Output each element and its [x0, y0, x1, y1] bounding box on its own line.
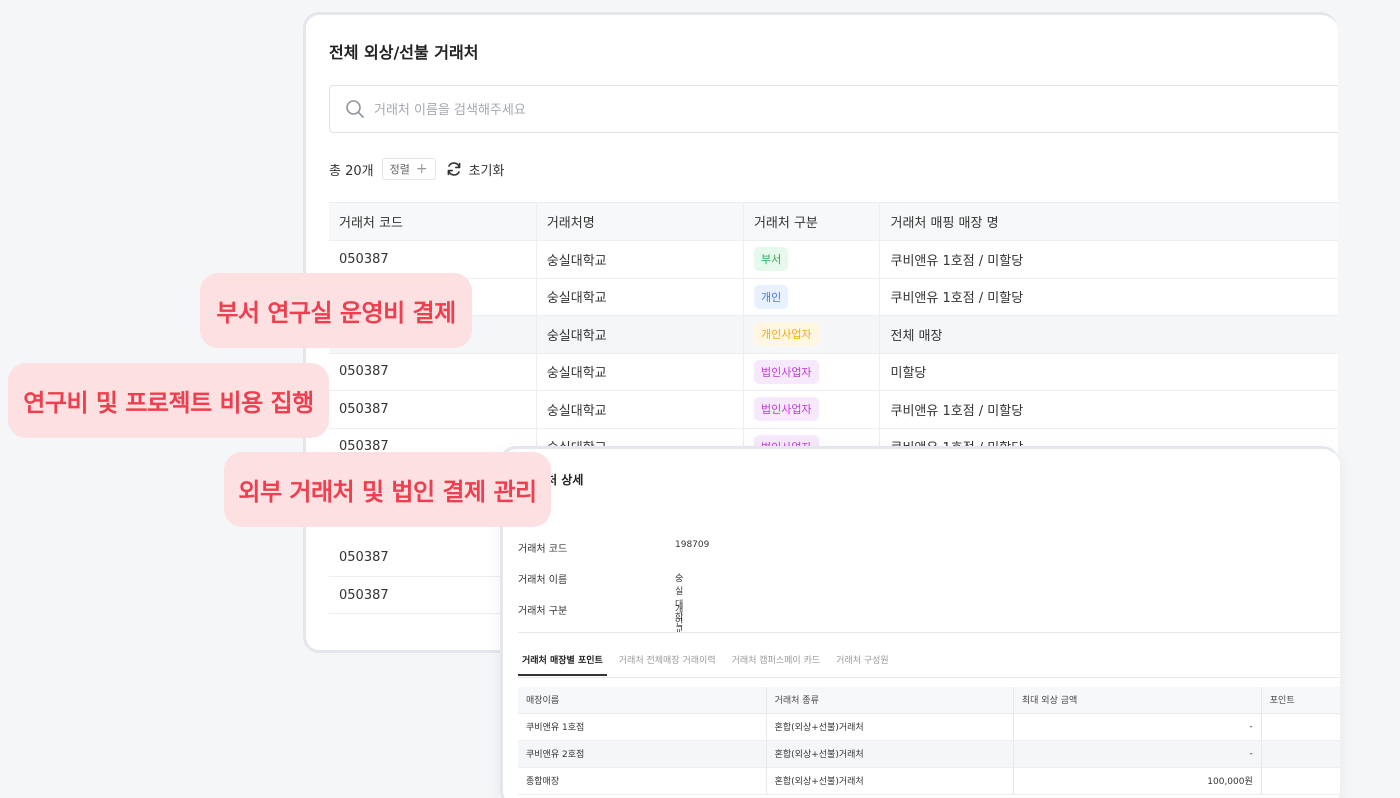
tab-transaction-history[interactable]: 거래처 전체매장 거래이력	[615, 653, 720, 676]
table-row[interactable]: 숭실대학교 개인사업자 전체 매장	[329, 315, 1338, 354]
partner-detail-panel: 거래처 상세 정보 거래처 코드 198709 거래처 이름 숭실대학교 거래처…	[500, 446, 1340, 798]
store-name: 쿠비앤유 2호점	[518, 740, 767, 768]
partner-code: 050387	[329, 390, 537, 429]
partner-name: 숭실대학교	[536, 278, 744, 316]
points	[1261, 740, 1340, 768]
info-label: 거래처 이름	[518, 575, 568, 586]
partner-kind: 혼합(외상+선불)거래처	[766, 740, 1014, 768]
max-credit-amount: -	[1013, 740, 1262, 768]
store-points-table: 매장이름 거래처 종류 최대 외상 금액 포인트 쿠비앤유 1호점 혼합(외상+…	[518, 687, 1340, 795]
callout-label: 연구비 및 프로젝트 비용 집행	[8, 363, 329, 438]
partner-type-badge: 부서	[753, 247, 789, 272]
column-header[interactable]: 거래처 구분	[743, 202, 881, 241]
partner-table: 거래처 코드 거래처명 거래처 구분 거래처 매핑 매장 명 050387 숭실…	[329, 202, 1338, 466]
max-credit-amount: 100,000원	[1013, 767, 1262, 795]
column-header: 매장이름	[518, 687, 767, 714]
list-toolbar: 총 20개 정렬 + 초기화	[329, 157, 504, 181]
column-header[interactable]: 거래처 매핑 매장 명	[879, 202, 1338, 241]
info-value: 개인	[675, 605, 684, 628]
column-header[interactable]: 거래처명	[536, 202, 744, 241]
points	[1261, 713, 1340, 741]
store-name: 종합매장	[518, 767, 767, 795]
table-row[interactable]: 숭실대학교 개인 쿠비앤유 1호점 / 미할당	[329, 278, 1338, 316]
partner-kind: 혼합(외상+선불)거래처	[766, 767, 1014, 795]
table-row[interactable]: 050387 숭실대학교 부서 쿠비앤유 1호점 / 미할당	[329, 240, 1338, 279]
table-header-row: 매장이름 거래처 종류 최대 외상 금액 포인트	[518, 687, 1340, 714]
partner-type-badge: 개인사업자	[753, 322, 819, 347]
page-title: 전체 외상/선불 거래처	[329, 43, 479, 62]
sort-label: 정렬	[389, 163, 410, 176]
tab-campus-pay-card[interactable]: 거래처 캠퍼스페이 카드	[728, 653, 825, 676]
info-label: 거래처 코드	[518, 544, 568, 555]
partner-kind: 혼합(외상+선불)거래처	[766, 713, 1014, 741]
column-header: 포인트	[1261, 687, 1340, 714]
info-value: 198709	[675, 540, 710, 550]
refresh-icon	[447, 162, 460, 176]
table-row[interactable]: 종합매장 혼합(외상+선불)거래처 100,000원	[518, 767, 1340, 795]
partner-type-badge: 법인사업자	[753, 397, 819, 422]
partner-type-badge: 법인사업자	[753, 359, 819, 384]
reset-label: 초기화	[468, 163, 505, 179]
sort-button[interactable]: 정렬 +	[381, 158, 436, 180]
info-label: 거래처 구분	[518, 606, 568, 617]
mapped-store: 쿠비앤유 1호점 / 미할당	[879, 240, 1338, 279]
plus-icon: +	[415, 161, 428, 177]
max-credit-amount: -	[1013, 713, 1262, 741]
table-row[interactable]: 050387 숭실대학교 법인사업자 미할당	[329, 353, 1338, 391]
table-row[interactable]: 쿠비앤유 1호점 혼합(외상+선불)거래처 -	[518, 713, 1340, 741]
mapped-store: 쿠비앤유 1호점 / 미할당	[879, 278, 1338, 316]
search-input[interactable]	[374, 99, 1074, 121]
divider	[518, 632, 1340, 633]
table-row[interactable]: 쿠비앤유 2호점 혼합(외상+선불)거래처 -	[518, 740, 1340, 768]
partner-type-badge: 개인	[753, 284, 789, 309]
tab-members[interactable]: 거래처 구성원	[832, 653, 893, 676]
partner-name: 숭실대학교	[536, 353, 744, 391]
column-header: 거래처 종류	[766, 687, 1014, 714]
tab-store-points[interactable]: 거래처 매장별 포인트	[518, 653, 607, 676]
points	[1261, 767, 1340, 795]
table-header-row: 거래처 코드 거래처명 거래처 구분 거래처 매핑 매장 명	[329, 202, 1338, 241]
mapped-store: 전체 매장	[879, 315, 1338, 354]
table-row[interactable]: 050387 숭실대학교 법인사업자 쿠비앤유 1호점 / 미할당	[329, 390, 1338, 429]
callout-label: 부서 연구실 운영비 결제	[200, 273, 472, 348]
store-name: 쿠비앤유 1호점	[518, 713, 767, 741]
partner-name: 숭실대학교	[536, 240, 744, 279]
partner-name: 숭실대학교	[536, 390, 744, 429]
reset-button[interactable]: 초기화	[446, 160, 505, 179]
mapped-store: 미할당	[879, 353, 1338, 391]
detail-tabs: 거래처 매장별 포인트 거래처 전체매장 거래이력 거래처 캠퍼스페이 카드 거…	[518, 653, 901, 676]
search-box[interactable]	[329, 85, 1338, 133]
column-header: 최대 외상 금액	[1013, 687, 1262, 714]
callout-label: 외부 거래처 및 법인 결제 관리	[224, 452, 551, 527]
mapped-store: 쿠비앤유 1호점 / 미할당	[879, 390, 1338, 429]
partner-code: 050387	[329, 353, 537, 391]
partner-name: 숭실대학교	[536, 315, 744, 354]
column-header[interactable]: 거래처 코드	[329, 202, 537, 241]
total-count: 총 20개	[329, 163, 374, 179]
tabs-divider	[518, 677, 1340, 678]
search-icon	[346, 100, 364, 118]
